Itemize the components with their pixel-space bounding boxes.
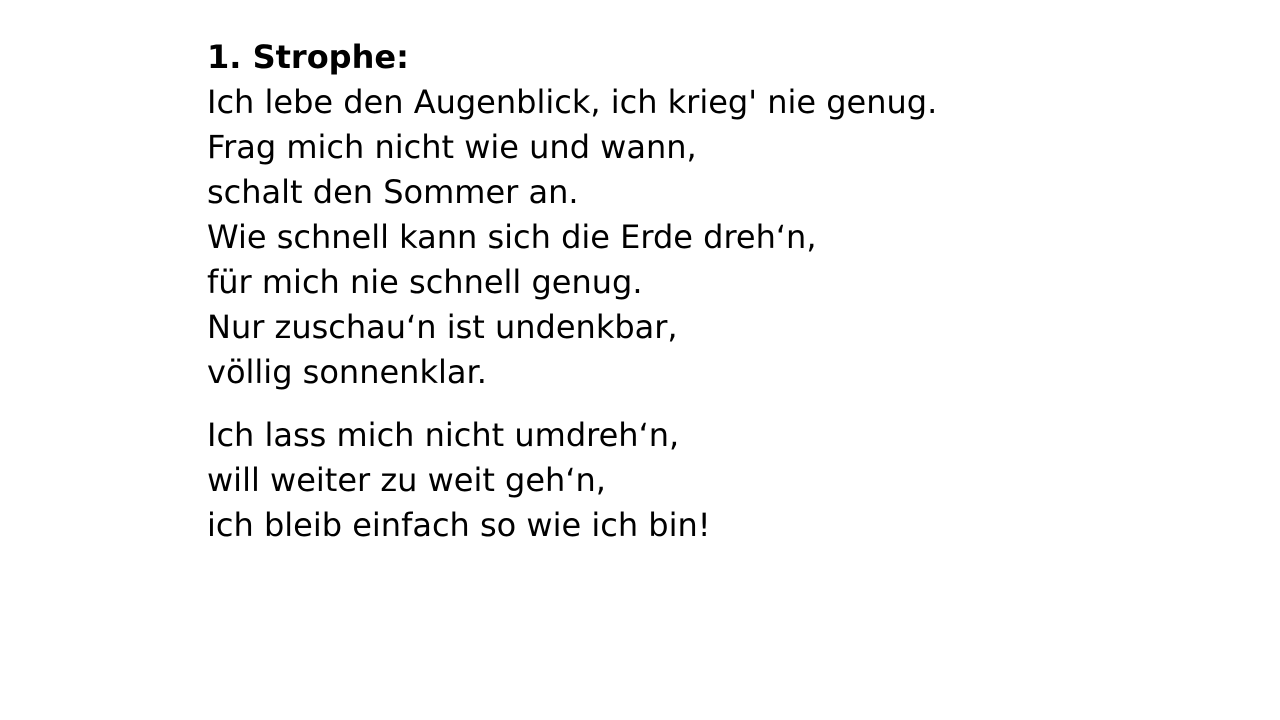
verse-line: völlig sonnenklar. (207, 353, 487, 391)
stanza-divider (207, 395, 1207, 413)
verse-line: Frag mich nicht wie und wann, (207, 128, 697, 166)
chorus-line: ich bleib einfach so wie ich bin! (207, 506, 711, 544)
lyrics-text-block: 1. Strophe: Ich lebe den Augenblick, ich… (207, 35, 1207, 548)
verse-line: Ich lebe den Augenblick, ich krieg' nie … (207, 83, 938, 121)
verse-line: schalt den Sommer an. (207, 173, 579, 211)
chorus-line: will weiter zu weit geh‘n, (207, 461, 606, 499)
verse-line: Nur zuschau‘n ist undenkbar, (207, 308, 678, 346)
slide: 1. Strophe: Ich lebe den Augenblick, ich… (0, 0, 1280, 720)
verse-line: für mich nie schnell genug. (207, 263, 643, 301)
stanza-heading: 1. Strophe: (207, 38, 409, 76)
verse-line: Wie schnell kann sich die Erde dreh‘n, (207, 218, 817, 256)
chorus-line: Ich lass mich nicht umdreh‘n, (207, 416, 680, 454)
